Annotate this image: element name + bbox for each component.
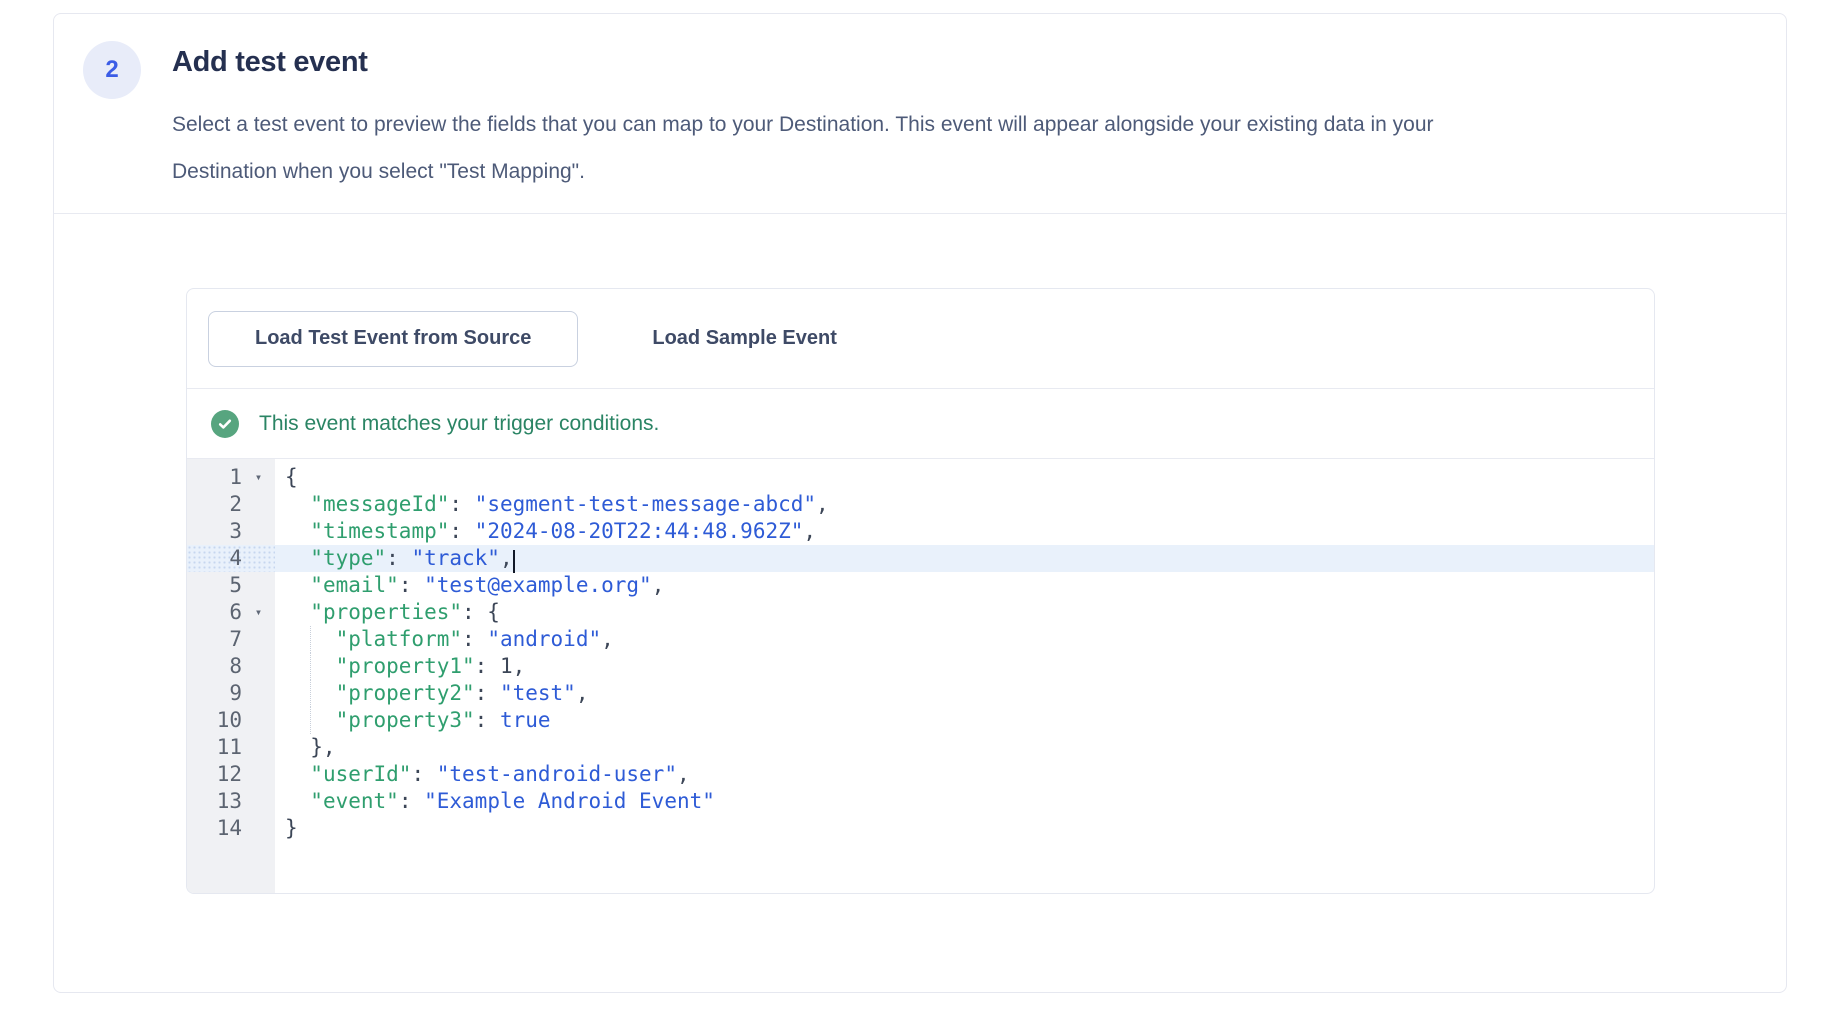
code-line[interactable]: 9 "property2": "test", — [187, 680, 1654, 707]
add-test-event-card: 2 Add test event Select a test event to … — [53, 13, 1787, 993]
fold-spacer — [242, 734, 275, 761]
code-text: "messageId": "segment-test-message-abcd"… — [275, 491, 829, 518]
fold-spacer — [242, 491, 275, 518]
code-line[interactable]: 4 "type": "track", — [187, 545, 1654, 572]
code-line[interactable]: 11 }, — [187, 734, 1654, 761]
fold-arrow-icon[interactable]: ▾ — [242, 599, 275, 626]
card-header: 2 Add test event Select a test event to … — [54, 14, 1786, 214]
code-text: } — [275, 815, 298, 842]
gutter-cell: 4 — [187, 545, 275, 572]
step-number-badge: 2 — [83, 41, 141, 99]
code-line[interactable]: 2 "messageId": "segment-test-message-abc… — [187, 491, 1654, 518]
code-text: "property3": true — [275, 707, 551, 734]
code-line[interactable]: 1▾{ — [187, 464, 1654, 491]
fold-spacer — [242, 518, 275, 545]
line-number: 8 — [187, 653, 242, 680]
line-number: 11 — [187, 734, 242, 761]
line-number: 12 — [187, 761, 242, 788]
gutter-cell: 9 — [187, 680, 275, 707]
gutter-cell: 13 — [187, 788, 275, 815]
fold-spacer — [242, 815, 275, 842]
fold-arrow-icon[interactable]: ▾ — [242, 464, 275, 491]
card-body: Load Test Event from Source Load Sample … — [54, 214, 1786, 994]
load-sample-event-button[interactable]: Load Sample Event — [628, 311, 861, 367]
code-line[interactable]: 10 "property3": true — [187, 707, 1654, 734]
code-text: "timestamp": "2024-08-20T22:44:48.962Z", — [275, 518, 816, 545]
event-toolbar: Load Test Event from Source Load Sample … — [187, 289, 1654, 389]
code-line[interactable]: 5 "email": "test@example.org", — [187, 572, 1654, 599]
gutter-cell: 8 — [187, 653, 275, 680]
fold-spacer — [242, 653, 275, 680]
line-number: 9 — [187, 680, 242, 707]
code-line[interactable]: 8 "property1": 1, — [187, 653, 1654, 680]
gutter-cell: 1▾ — [187, 464, 275, 491]
line-number: 3 — [187, 518, 242, 545]
line-number: 13 — [187, 788, 242, 815]
code-line[interactable]: 7 "platform": "android", — [187, 626, 1654, 653]
step-description: Select a test event to preview the field… — [172, 101, 1502, 195]
code-text: { — [275, 464, 298, 491]
code-line[interactable]: 3 "timestamp": "2024-08-20T22:44:48.962Z… — [187, 518, 1654, 545]
gutter-cell: 12 — [187, 761, 275, 788]
line-number: 6 — [187, 599, 242, 626]
fold-spacer — [242, 680, 275, 707]
line-number: 10 — [187, 707, 242, 734]
page-title: Add test event — [172, 46, 1502, 79]
line-number: 5 — [187, 572, 242, 599]
gutter-cell: 10 — [187, 707, 275, 734]
gutter-cell: 2 — [187, 491, 275, 518]
fold-spacer — [242, 707, 275, 734]
gutter-cell: 3 — [187, 518, 275, 545]
line-number: 2 — [187, 491, 242, 518]
gutter-cell: 6▾ — [187, 599, 275, 626]
test-event-panel: Load Test Event from Source Load Sample … — [186, 288, 1655, 894]
fold-spacer — [242, 545, 275, 572]
gutter-cell: 14 — [187, 815, 275, 842]
status-message: This event matches your trigger conditio… — [259, 412, 659, 436]
code-line[interactable]: 13 "event": "Example Android Event" — [187, 788, 1654, 815]
code-text: "platform": "android", — [275, 626, 614, 653]
gutter-cell: 11 — [187, 734, 275, 761]
line-number: 4 — [187, 545, 242, 572]
code-text: "property1": 1, — [275, 653, 525, 680]
code-text: }, — [275, 734, 336, 761]
line-number: 1 — [187, 464, 242, 491]
fold-spacer — [242, 761, 275, 788]
gutter-cell: 5 — [187, 572, 275, 599]
code-text: "email": "test@example.org", — [275, 572, 664, 599]
code-text: "userId": "test-android-user", — [275, 761, 690, 788]
text-cursor — [513, 550, 515, 573]
fold-spacer — [242, 626, 275, 653]
line-number: 14 — [187, 815, 242, 842]
fold-spacer — [242, 572, 275, 599]
code-line[interactable]: 14} — [187, 815, 1654, 842]
code-line[interactable]: 6▾ "properties": { — [187, 599, 1654, 626]
code-text: "type": "track", — [275, 545, 515, 572]
json-code-editor[interactable]: 1▾{2 "messageId": "segment-test-message-… — [187, 459, 1654, 893]
gutter-cell: 7 — [187, 626, 275, 653]
load-test-event-button[interactable]: Load Test Event from Source — [208, 311, 578, 367]
trigger-match-status: This event matches your trigger conditio… — [187, 389, 1654, 459]
code-line[interactable]: 12 "userId": "test-android-user", — [187, 761, 1654, 788]
check-circle-icon — [211, 410, 239, 438]
code-text: "property2": "test", — [275, 680, 588, 707]
fold-spacer — [242, 788, 275, 815]
code-text: "event": "Example Android Event" — [275, 788, 715, 815]
code-text: "properties": { — [275, 599, 500, 626]
line-number: 7 — [187, 626, 242, 653]
